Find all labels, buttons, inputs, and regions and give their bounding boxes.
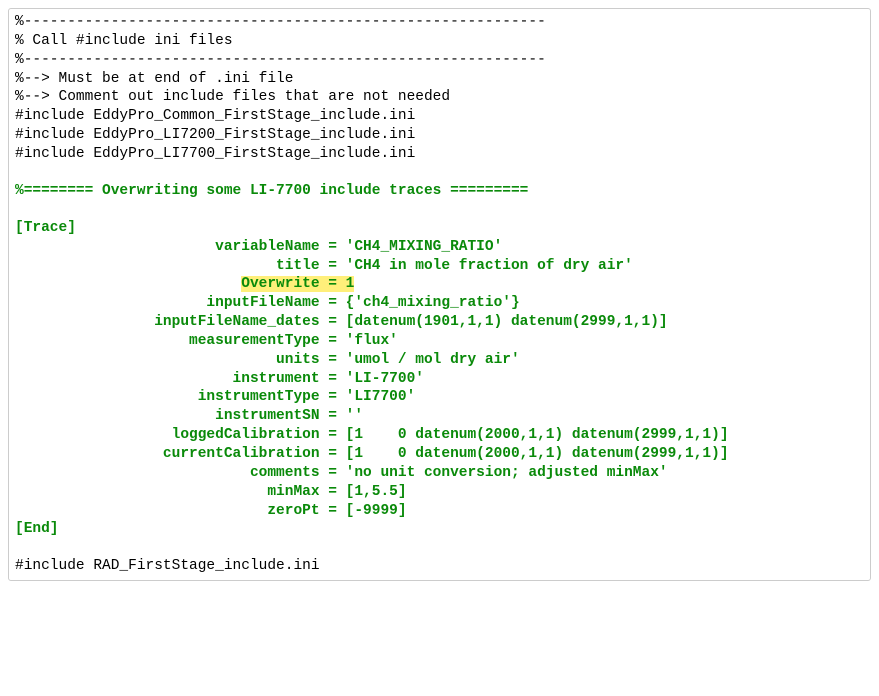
trace-property: title = 'CH4 in mole fraction of dry air…: [15, 257, 864, 276]
code-line: #include RAD_FirstStage_include.ini: [15, 557, 864, 576]
trace-property: inputFileName = {'ch4_mixing_ratio'}: [15, 294, 864, 313]
overwrite-highlight: Overwrite = 1: [241, 276, 354, 292]
trace-property: instrument = 'LI-7700': [15, 370, 864, 389]
section-header: %======== Overwriting some LI-7700 inclu…: [15, 182, 864, 201]
trace-property: comments = 'no unit conversion; adjusted…: [15, 464, 864, 483]
trace-property: loggedCalibration = [1 0 datenum(2000,1,…: [15, 426, 864, 445]
code-line: %--> Comment out include files that are …: [15, 88, 864, 107]
code-line: %---------------------------------------…: [15, 13, 864, 32]
trace-open: [Trace]: [15, 219, 864, 238]
blank-line: [15, 164, 864, 182]
code-line: #include EddyPro_Common_FirstStage_inclu…: [15, 107, 864, 126]
code-line: %---------------------------------------…: [15, 51, 864, 70]
code-line: #include EddyPro_LI7700_FirstStage_inclu…: [15, 145, 864, 164]
trace-property: currentCalibration = [1 0 datenum(2000,1…: [15, 445, 864, 464]
trace-property: units = 'umol / mol dry air': [15, 351, 864, 370]
code-line: #include EddyPro_LI7200_FirstStage_inclu…: [15, 126, 864, 145]
trace-property: Overwrite = 1: [15, 275, 864, 294]
trace-property: measurementType = 'flux': [15, 332, 864, 351]
blank-line: [15, 201, 864, 219]
trace-property: instrumentType = 'LI7700': [15, 388, 864, 407]
trace-property: instrumentSN = '': [15, 407, 864, 426]
blank-line: [15, 539, 864, 557]
code-block: %---------------------------------------…: [8, 8, 871, 581]
trace-close: [End]: [15, 520, 864, 539]
code-line: %--> Must be at end of .ini file: [15, 70, 864, 89]
code-line: % Call #include ini files: [15, 32, 864, 51]
trace-property: variableName = 'CH4_MIXING_RATIO': [15, 238, 864, 257]
trace-property: minMax = [1,5.5]: [15, 483, 864, 502]
trace-property: zeroPt = [-9999]: [15, 502, 864, 521]
trace-property: inputFileName_dates = [datenum(1901,1,1)…: [15, 313, 864, 332]
